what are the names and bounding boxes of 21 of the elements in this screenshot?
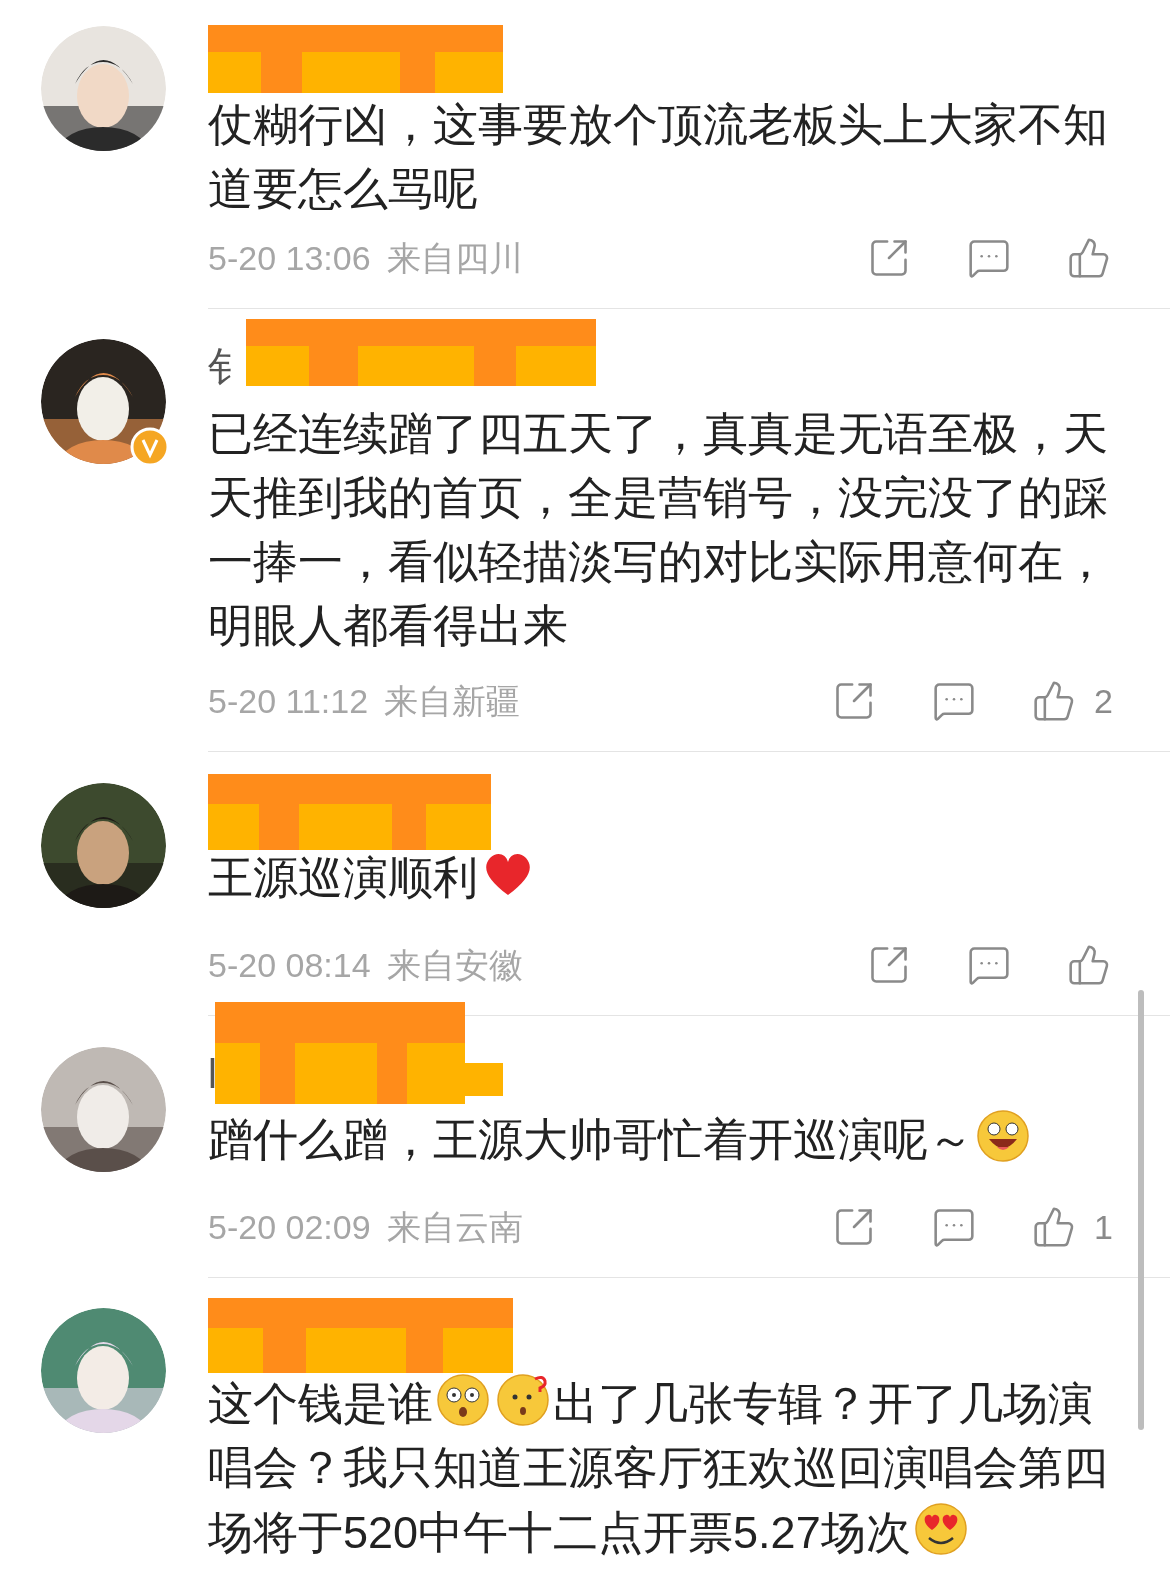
username-fragment: 钅 [208, 346, 248, 386]
emoji-icon [435, 1371, 491, 1427]
comment-text: 这个钱是谁 出了几张专辑？开了几场演唱会？我只知道王源客厅狂欢巡回演唱会第四场将于520中午十二点开票5.27场次 [208, 1371, 1113, 1565]
emoji-icon [975, 1107, 1031, 1163]
emoji-icon [912, 1500, 969, 1556]
like-count: 1 [1094, 1206, 1113, 1248]
comment-time: 5-20 13:06 [208, 237, 371, 279]
comment-location: 来自安徽 [386, 944, 523, 986]
comment-text: 王源巡演顺利 [208, 845, 1113, 910]
like-count: 2 [1094, 680, 1113, 722]
comment-location: 来自四川 [386, 237, 523, 279]
comment-text: 蹭什么蹭，王源大帅哥忙着开巡演呢～ [208, 1107, 1113, 1172]
username-fragment: l [208, 1054, 217, 1094]
comment-time: 5-20 08:14 [208, 944, 371, 986]
comment-location: 来自新疆 [384, 680, 521, 722]
comment-text: 已经连续蹭了四五天了，真真是无语至极，天天推到我的首页，全是营销号，没完没了的踩一捧一，看似轻描淡写的对比实际用意何在，明眼人都看得出来 [208, 407, 1109, 653]
emoji-icon [495, 1371, 551, 1427]
comment-location: 来自云南 [386, 1206, 523, 1248]
comment-text: 仗糊行凶，这事要放个顶流老板头上大家不知道要怎么骂呢 [208, 98, 1109, 216]
comment-time: 5-20 02:09 [208, 1206, 371, 1248]
comment-time: 5-20 11:12 [208, 680, 369, 722]
